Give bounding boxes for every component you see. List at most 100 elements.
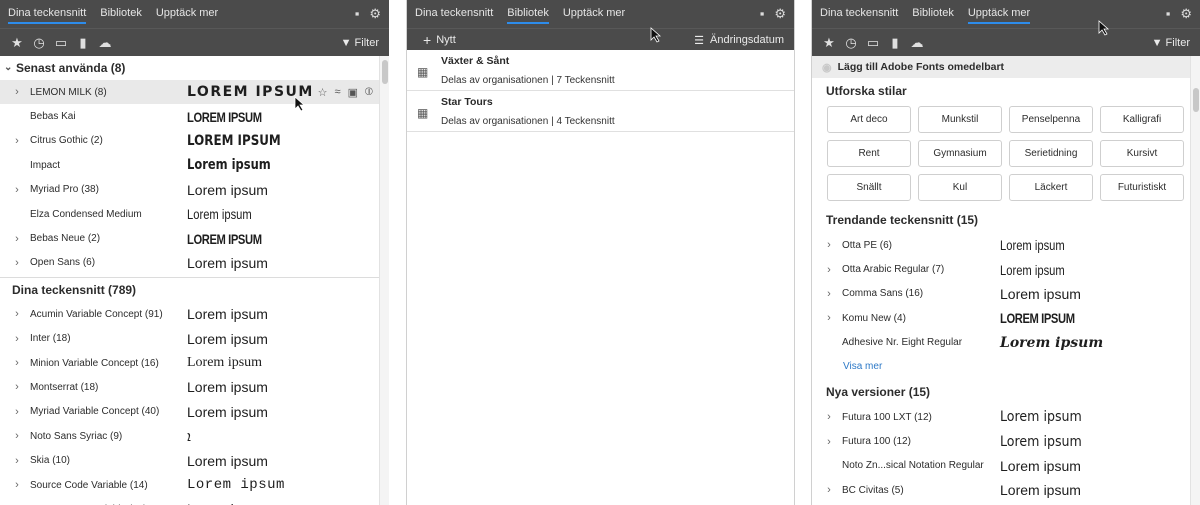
gear-icon[interactable]: ⚙ bbox=[774, 0, 786, 28]
tab-library[interactable]: Bibliotek bbox=[912, 0, 954, 28]
info-icon[interactable]: ⦶ bbox=[365, 86, 373, 99]
font-family-row[interactable]: › Futura 100 (12) Lorem ipsum bbox=[812, 429, 1190, 453]
chevron-right-icon[interactable]: › bbox=[822, 264, 836, 276]
scrollbar[interactable] bbox=[379, 56, 389, 505]
font-family-row[interactable]: Impact Lorem ipsum bbox=[0, 153, 379, 177]
chevron-right-icon[interactable]: › bbox=[10, 357, 24, 369]
font-family-row[interactable]: › Myriad Variable Concept (40) Lorem ipsum bbox=[0, 400, 379, 424]
monitor-icon[interactable]: ▭ bbox=[50, 35, 72, 51]
style-button[interactable]: Futuristiskt bbox=[1100, 174, 1184, 201]
style-button[interactable]: Kalligrafi bbox=[1100, 106, 1184, 133]
library-item[interactable]: ▦ Växter & Sånt Delas av organisationen … bbox=[407, 50, 794, 91]
preview-icon[interactable]: ▣ bbox=[348, 86, 358, 99]
font-family-row[interactable]: › Comma Sans (16) Lorem ipsum bbox=[812, 282, 1190, 306]
gear-icon[interactable]: ⚙ bbox=[369, 0, 381, 28]
font-family-row[interactable]: Elza Condensed Medium Lorem ipsum bbox=[0, 202, 379, 226]
style-button[interactable]: Serietidning bbox=[1009, 140, 1093, 167]
eye-icon[interactable]: ◉ bbox=[822, 61, 832, 74]
monitor-icon[interactable]: ▭ bbox=[862, 35, 884, 51]
chevron-right-icon[interactable]: › bbox=[10, 135, 24, 147]
font-family-row[interactable]: › LEMON MILK (8) LOREM IPSUM ☆ ≈ ▣ ⦶ bbox=[0, 80, 379, 105]
tab-discover[interactable]: Upptäck mer bbox=[156, 0, 218, 28]
style-button[interactable]: Rent bbox=[827, 140, 911, 167]
chevron-right-icon[interactable]: › bbox=[822, 239, 836, 251]
cloud-sync-icon[interactable]: ☁ bbox=[94, 35, 116, 51]
clock-icon[interactable]: ◷ bbox=[840, 35, 862, 51]
star-icon[interactable]: ★ bbox=[6, 35, 28, 51]
font-family-row[interactable]: Noto Zn...sical Notation Regular Lorem ip… bbox=[812, 454, 1190, 478]
style-button[interactable]: Penselpenna bbox=[1009, 106, 1093, 133]
chevron-right-icon[interactable]: › bbox=[822, 484, 836, 496]
chevron-right-icon[interactable]: › bbox=[10, 86, 24, 98]
chat-icon[interactable]: ▪ bbox=[760, 0, 765, 28]
font-family-row[interactable]: Adhesive Nr. Eight Regular Lorem ipsum bbox=[812, 331, 1190, 355]
chat-icon[interactable]: ▪ bbox=[1166, 0, 1171, 28]
tab-library[interactable]: Bibliotek bbox=[100, 0, 142, 28]
font-family-row[interactable]: › Open Sans (6) Lorem ipsum bbox=[0, 251, 379, 275]
chevron-right-icon[interactable]: › bbox=[10, 430, 24, 442]
similar-icon[interactable]: ≈ bbox=[335, 86, 341, 99]
star-icon[interactable]: ☆ bbox=[318, 86, 328, 99]
gear-icon[interactable]: ⚙ bbox=[1180, 0, 1192, 28]
cloud-sync-icon[interactable]: ☁ bbox=[906, 35, 928, 51]
chevron-right-icon[interactable]: › bbox=[10, 455, 24, 467]
show-more-link[interactable]: Visa mer bbox=[812, 355, 1190, 379]
scrollbar[interactable] bbox=[1190, 56, 1200, 505]
chevron-right-icon[interactable]: › bbox=[10, 333, 24, 345]
section-recent[interactable]: ⌄ Senast använda (8) bbox=[0, 56, 379, 80]
font-family-row[interactable]: › Acumin Variable Concept (91) Lorem ipsum bbox=[0, 302, 379, 326]
font-family-row[interactable]: › Skia (10) Lorem ipsum bbox=[0, 448, 379, 472]
font-family-row[interactable]: › Bebas Neue (2) LOREM IPSUM bbox=[0, 226, 379, 250]
library-item[interactable]: ▦ Star Tours Delas av organisationen | 4… bbox=[407, 91, 794, 132]
style-button[interactable]: Kursivt bbox=[1100, 140, 1184, 167]
font-family-row[interactable]: › Otta Arabic Regular (7) Lorem ipsum bbox=[812, 257, 1190, 281]
tab-discover[interactable]: Upptäck mer bbox=[563, 0, 625, 28]
font-family-row[interactable]: › Komu New (4) LOREM IPSUM bbox=[812, 306, 1190, 330]
filter-button[interactable]: ▼ Filter bbox=[1152, 29, 1190, 57]
document-icon[interactable]: ▮ bbox=[72, 35, 94, 51]
font-family-row[interactable]: › BC Civitas (5) Lorem ipsum bbox=[812, 478, 1190, 502]
style-button[interactable]: Gymnasium bbox=[918, 140, 1002, 167]
chevron-right-icon[interactable]: › bbox=[10, 381, 24, 393]
chevron-right-icon[interactable]: › bbox=[822, 436, 836, 448]
tab-discover[interactable]: Upptäck mer bbox=[967, 0, 1031, 28]
font-family-row[interactable]: › Futura 100 LXT (12) Lorem ipsum bbox=[812, 405, 1190, 429]
new-library-button[interactable]: + Nytt bbox=[423, 32, 456, 48]
filter-button[interactable]: ▼ Filter bbox=[341, 29, 379, 57]
tab-library[interactable]: Bibliotek bbox=[507, 0, 549, 28]
style-button[interactable]: Läckert bbox=[1009, 174, 1093, 201]
chevron-right-icon[interactable]: › bbox=[10, 184, 24, 196]
chevron-right-icon[interactable]: › bbox=[822, 312, 836, 324]
font-family-row[interactable]: Bebas Kai LOREM IPSUM bbox=[0, 104, 379, 128]
font-family-row[interactable]: ›Source Sans Variable (12)Lorem ipsum bbox=[0, 497, 379, 505]
style-button[interactable]: Snällt bbox=[827, 174, 911, 201]
chevron-right-icon[interactable]: › bbox=[10, 308, 24, 320]
tab-your-fonts[interactable]: Dina teckensnitt bbox=[820, 0, 898, 28]
style-button[interactable]: Munkstil bbox=[918, 106, 1002, 133]
tab-your-fonts[interactable]: Dina teckensnitt bbox=[8, 0, 87, 28]
style-button[interactable]: Kul bbox=[918, 174, 1002, 201]
font-family-row[interactable]: › Noto Sans Syriac (9) ܐ bbox=[0, 424, 379, 448]
sort-button[interactable]: ☰ Ändringsdatum bbox=[694, 29, 784, 51]
font-family-row[interactable]: › Montserrat (18) Lorem ipsum bbox=[0, 375, 379, 399]
font-family-row[interactable]: › Citrus Gothic (2) LOREM IPSUM bbox=[0, 129, 379, 153]
chevron-right-icon[interactable]: › bbox=[10, 257, 24, 269]
font-family-row[interactable]: › Source Code Variable (14) Lorem ipsum bbox=[0, 473, 379, 497]
font-family-row[interactable]: › Myriad Pro (38) Lorem ipsum bbox=[0, 178, 379, 202]
scroll-thumb[interactable] bbox=[1193, 88, 1199, 112]
clock-icon[interactable]: ◷ bbox=[28, 35, 50, 51]
font-family-row[interactable]: › Otta PE (6) Lorem ipsum bbox=[812, 233, 1190, 257]
font-family-row[interactable]: › Minion Variable Concept (16) Lorem ipsum bbox=[0, 351, 379, 375]
document-icon[interactable]: ▮ bbox=[884, 35, 906, 51]
tab-your-fonts[interactable]: Dina teckensnitt bbox=[415, 0, 493, 28]
chevron-right-icon[interactable]: › bbox=[10, 406, 24, 418]
chat-icon[interactable]: ▪ bbox=[355, 0, 360, 28]
star-icon[interactable]: ★ bbox=[818, 35, 840, 51]
font-family-row[interactable]: › Inter (18) Lorem ipsum bbox=[0, 327, 379, 351]
chevron-right-icon[interactable]: › bbox=[822, 288, 836, 300]
chevron-right-icon[interactable]: › bbox=[822, 411, 836, 423]
style-button[interactable]: Art deco bbox=[827, 106, 911, 133]
chevron-right-icon[interactable]: › bbox=[10, 233, 24, 245]
chevron-right-icon[interactable]: › bbox=[10, 479, 24, 491]
scroll-thumb[interactable] bbox=[382, 60, 388, 84]
